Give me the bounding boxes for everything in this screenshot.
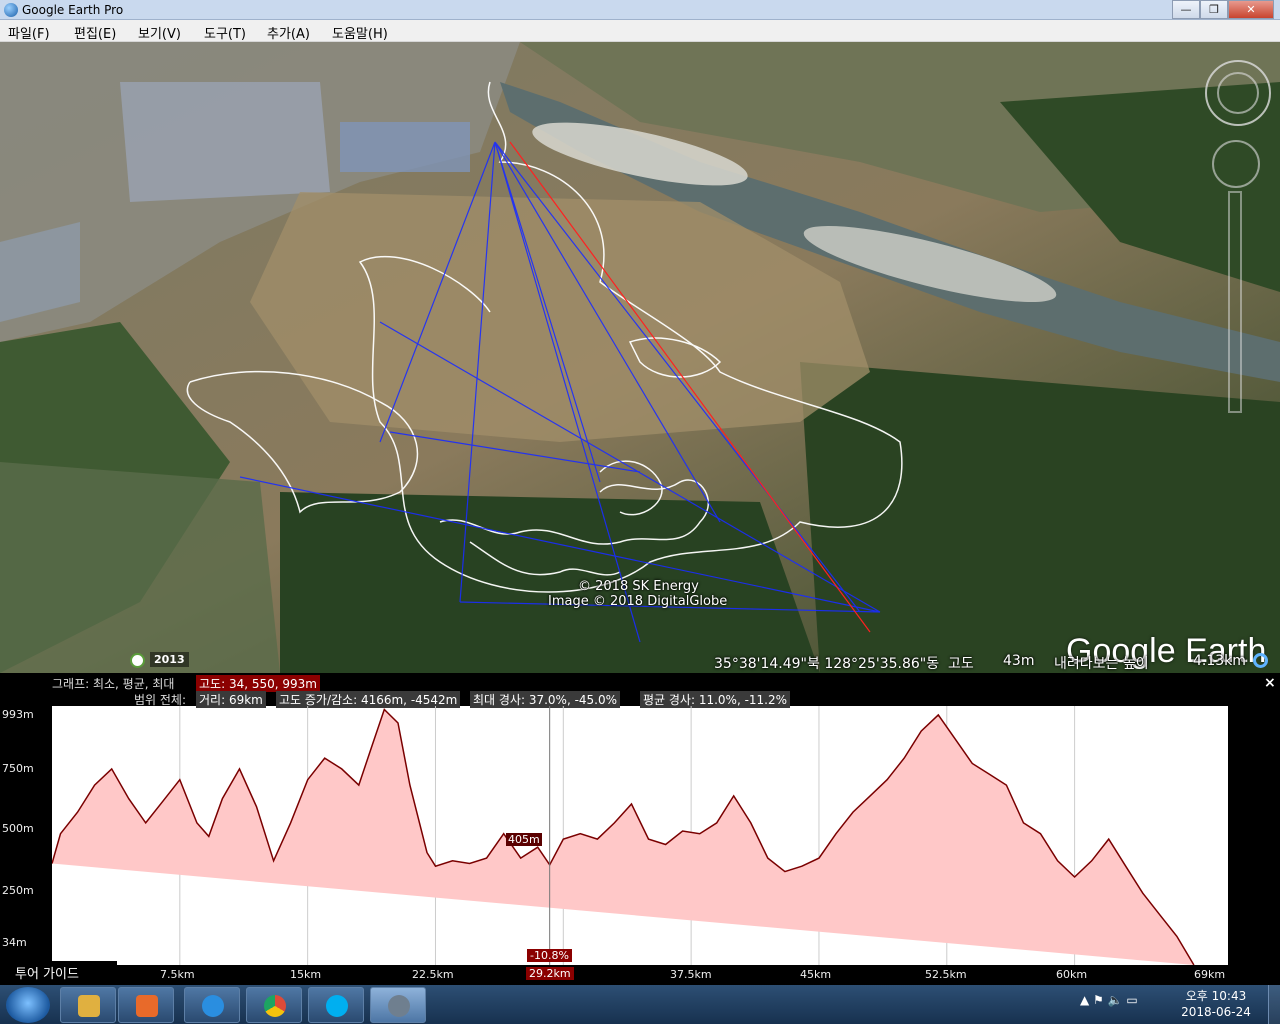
- profile-header: 그래프: 최소, 평균, 최대 고도: 34, 550, 993m 범위 전체:…: [0, 673, 1280, 708]
- map-view[interactable]: Google Earth © 2018 SK Energy Image © 20…: [0, 42, 1280, 673]
- graph-stats-value: 고도: 34, 550, 993m: [196, 675, 320, 692]
- google-earth-pro-icon: [388, 995, 410, 1017]
- internet-explorer-icon: [202, 995, 224, 1017]
- cursor-distance: 29.2km: [526, 967, 574, 980]
- taskbar-internet-explorer[interactable]: [184, 987, 240, 1023]
- menu-file[interactable]: 파일(F): [8, 23, 50, 42]
- menu-tools[interactable]: 도구(T): [204, 23, 246, 42]
- elevation-profile-panel: 그래프: 최소, 평균, 최대 고도: 34, 550, 993m 범위 전체:…: [0, 673, 1280, 985]
- menu-add[interactable]: 추가(A): [267, 23, 310, 42]
- cursor-elevation: 405m: [506, 833, 542, 846]
- y-tick: 34m: [2, 936, 27, 949]
- taskbar-skype[interactable]: [308, 987, 364, 1023]
- imagery-credit: Image © 2018 DigitalGlobe: [548, 594, 728, 609]
- menu-help[interactable]: 도움말(H): [332, 23, 388, 42]
- start-button[interactable]: [6, 987, 50, 1023]
- taskbar-chrome[interactable]: [246, 987, 302, 1023]
- graph-stats-label: 그래프: 최소, 평균, 최대: [52, 677, 175, 691]
- x-tick: 52.5km: [925, 968, 967, 981]
- taskbar-google-earth-pro[interactable]: [370, 987, 426, 1023]
- tour-guide-button[interactable]: 투어 가이드: [0, 961, 117, 985]
- y-tick: 750m: [2, 762, 34, 775]
- taskbar: ▲ ⚑ 🔈 ▭ 오후 10:43 2018-06-24: [0, 985, 1280, 1024]
- elevation-chart[interactable]: [52, 706, 1228, 965]
- show-desktop-button[interactable]: [1268, 985, 1280, 1024]
- skype-icon: [326, 995, 348, 1017]
- chrome-icon: [264, 995, 286, 1017]
- close-profile-button[interactable]: ×: [1264, 675, 1276, 691]
- menu-bar: 파일(F) 편집(E) 보기(V) 도구(T) 추가(A) 도움말(H): [0, 20, 1280, 42]
- y-tick: 993m: [2, 708, 34, 721]
- system-tray[interactable]: ▲ ⚑ 🔈 ▭: [1080, 993, 1138, 1007]
- system-clock[interactable]: 오후 10:43 2018-06-24: [1170, 988, 1262, 1020]
- x-tick: 69km: [1194, 968, 1226, 981]
- y-axis: 993m 750m 500m 250m 34m: [0, 706, 52, 985]
- title-bar: Google Earth Pro — ❐ ✕: [0, 0, 1280, 20]
- y-tick: 500m: [2, 822, 34, 835]
- x-tick: 60km: [1056, 968, 1088, 981]
- profile-right-margin: [1228, 706, 1280, 985]
- menu-view[interactable]: 보기(V): [138, 23, 181, 42]
- menu-edit[interactable]: 편집(E): [74, 23, 116, 42]
- x-tick: 45km: [800, 968, 832, 981]
- x-tick: 15km: [290, 968, 322, 981]
- altitude-value: 43m: [1003, 653, 1035, 669]
- eye-altitude-label: 내려다보는 높이: [1054, 656, 1149, 672]
- y-tick: 250m: [2, 884, 34, 897]
- streaming-status-icon: [1253, 653, 1268, 668]
- folder-icon: [78, 995, 100, 1017]
- media-player-icon: [136, 995, 158, 1017]
- altitude-label: 고도: [948, 656, 974, 672]
- x-tick: 7.5km: [160, 968, 195, 981]
- coordinates-readout: 35°38'14.49"북 128°25'35.86"동: [714, 656, 940, 672]
- clock-time: 오후 10:43: [1185, 989, 1247, 1003]
- taskbar-file-explorer[interactable]: [60, 987, 116, 1023]
- elevation-area: [52, 709, 1194, 965]
- taskbar-media-player[interactable]: [118, 987, 174, 1023]
- x-tick: 37.5km: [670, 968, 712, 981]
- copyright-text: © 2018 SK Energy: [578, 579, 699, 594]
- clock-date: 2018-06-24: [1181, 1005, 1251, 1019]
- minimize-button[interactable]: —: [1172, 0, 1200, 19]
- google-earth-icon: [4, 3, 18, 17]
- window-title: Google Earth Pro: [22, 3, 124, 17]
- maximize-button[interactable]: ❐: [1200, 0, 1228, 19]
- eye-altitude-value: 4.13km: [1193, 653, 1246, 669]
- historical-imagery-icon[interactable]: [130, 653, 145, 668]
- close-button[interactable]: ✕: [1228, 0, 1274, 19]
- x-tick: 22.5km: [412, 968, 454, 981]
- imagery-year: 2013: [150, 652, 189, 667]
- cursor-slope: -10.8%: [527, 949, 572, 962]
